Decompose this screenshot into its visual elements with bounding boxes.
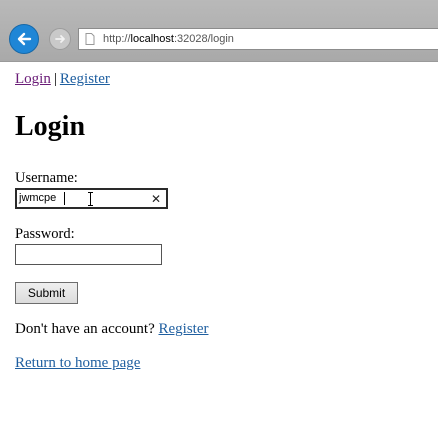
- no-account-text: Don't have an account?: [15, 321, 155, 337]
- clear-x-icon[interactable]: ✕: [151, 191, 161, 207]
- username-label: Username:: [15, 170, 78, 186]
- no-account-line: Don't have an account? Register: [15, 321, 208, 338]
- password-input[interactable]: [15, 244, 162, 265]
- forward-arrow-icon: [55, 35, 65, 43]
- text-cursor-icon: [88, 192, 93, 206]
- browser-toolbar: http://localhost:32028/login: [0, 0, 438, 62]
- submit-button[interactable]: Submit: [15, 282, 78, 304]
- home-link-line: Return to home page: [15, 355, 140, 372]
- back-button[interactable]: [9, 24, 39, 54]
- page-icon: [85, 33, 95, 45]
- url-prefix: http://: [103, 33, 131, 45]
- back-arrow-icon: [17, 32, 32, 46]
- url-text: http://localhost:32028/login: [103, 29, 234, 49]
- url-rest: :32028/login: [173, 33, 234, 45]
- address-bar[interactable]: http://localhost:32028/login: [78, 28, 438, 50]
- return-home-link[interactable]: Return to home page: [15, 355, 140, 371]
- login-link[interactable]: Login: [15, 71, 51, 87]
- password-label: Password:: [15, 226, 75, 242]
- register-link[interactable]: Register: [60, 71, 110, 87]
- username-input[interactable]: jwmcpe ✕: [15, 188, 168, 209]
- username-value: jwmcpe: [19, 192, 57, 204]
- url-host: localhost: [130, 33, 174, 45]
- text-caret: [64, 192, 65, 205]
- forward-button[interactable]: [49, 28, 71, 50]
- nav-separator: |: [53, 71, 57, 87]
- top-nav: Login | Register: [15, 71, 110, 88]
- register-bottom-link[interactable]: Register: [158, 321, 208, 337]
- page-title: Login: [15, 111, 86, 142]
